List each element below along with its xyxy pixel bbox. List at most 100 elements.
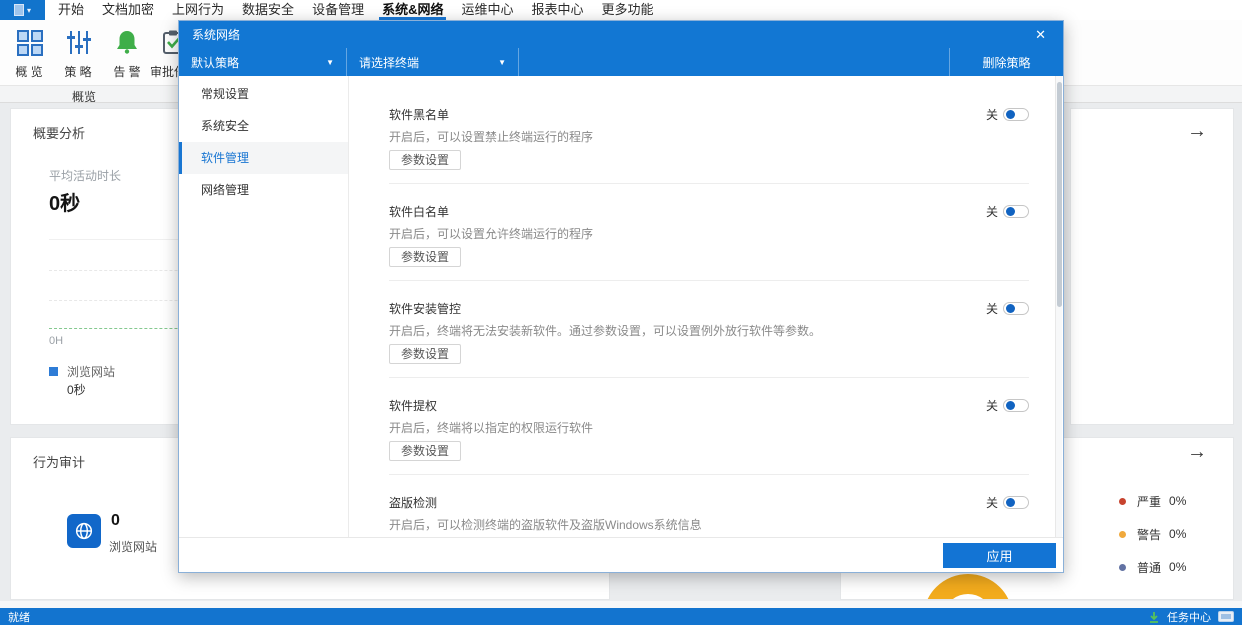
alert-row-warning: 警告 0% bbox=[1119, 527, 1186, 541]
legend-label: 浏览网站 bbox=[67, 363, 115, 380]
avg-duration-value: 0秒 bbox=[49, 187, 80, 216]
alert-value: 0% bbox=[1169, 527, 1186, 541]
menu-item-data-security[interactable]: 数据安全 bbox=[233, 0, 303, 20]
chart-axis-label: 0H bbox=[49, 335, 63, 347]
alert-row-normal: 普通 0% bbox=[1119, 560, 1186, 574]
setting-row-whitelist: 软件白名单 关 开启后，可以设置允许终端运行的程序 参数设置 bbox=[389, 184, 1029, 281]
setting-row-piracy-detect: 盗版检测 关 开启后，可以检测终端的盗版软件及盗版Windows系统信息 bbox=[389, 475, 1029, 539]
setting-row-install-control: 软件安装管控 关 开启后，终端将无法安装新软件。通过参数设置，可以设置例外放行软… bbox=[389, 281, 1029, 378]
delete-policy-button[interactable]: 删除策略 bbox=[949, 48, 1063, 76]
toggle-state-label: 关 bbox=[986, 106, 998, 123]
sliders-icon bbox=[55, 26, 101, 58]
dialog-title-bar: 系统网络 ✕ bbox=[179, 21, 1063, 48]
sidebar-item-general[interactable]: 常规设置 bbox=[179, 78, 348, 110]
critical-dot-icon bbox=[1119, 498, 1126, 505]
settings-list: 软件黑名单 关 开启后，可以设置禁止终端运行的程序 参数设置 软件白名单 关 bbox=[349, 76, 1063, 539]
scrollbar-thumb[interactable] bbox=[1057, 82, 1062, 307]
tool-alert-label: 告 警 bbox=[104, 63, 150, 80]
download-icon[interactable] bbox=[1148, 611, 1160, 623]
setting-desc: 开启后，可以设置禁止终端运行的程序 bbox=[389, 129, 1029, 145]
status-bar: 就绪 任务中心 bbox=[0, 608, 1242, 625]
dialog-footer: 应用 bbox=[179, 537, 1063, 572]
toggle-switch[interactable] bbox=[1003, 496, 1029, 509]
toggle-switch[interactable] bbox=[1003, 399, 1029, 412]
avg-duration-label: 平均活动时长 bbox=[49, 167, 121, 184]
sidebar-item-network-mgmt[interactable]: 网络管理 bbox=[179, 174, 348, 206]
arrow-right-icon[interactable]: → bbox=[1187, 121, 1207, 141]
toggle-knob bbox=[1006, 304, 1015, 313]
legend-value: 0秒 bbox=[67, 381, 86, 398]
legend-swatch bbox=[49, 367, 58, 376]
setting-row-privilege: 软件提权 关 开启后，终端将以指定的权限运行软件 参数设置 bbox=[389, 378, 1029, 475]
menu-item-web-behavior[interactable]: 上网行为 bbox=[163, 0, 233, 20]
terminal-select-value: 请选择终端 bbox=[359, 54, 419, 71]
bottom-strip bbox=[0, 601, 1242, 608]
globe-icon bbox=[67, 514, 101, 548]
setting-desc: 开启后，可以设置允许终端运行的程序 bbox=[389, 226, 1029, 242]
setting-title: 盗版检测 bbox=[389, 494, 437, 511]
dialog-sidebar: 常规设置 系统安全 软件管理 网络管理 bbox=[179, 76, 349, 539]
grid-icon bbox=[6, 26, 52, 58]
toggle-knob bbox=[1006, 401, 1015, 410]
audit-label: 浏览网站 bbox=[109, 538, 157, 555]
tool-overview-label: 概 览 bbox=[6, 63, 52, 80]
alerts-donut-chart bbox=[923, 574, 1013, 600]
app-menu-button[interactable]: ▾ bbox=[0, 0, 45, 20]
toggle-state-label: 关 bbox=[986, 203, 998, 220]
toggle-state-label: 关 bbox=[986, 397, 998, 414]
alert-name: 普通 bbox=[1137, 559, 1161, 576]
toggle-switch[interactable] bbox=[1003, 205, 1029, 218]
setting-title: 软件提权 bbox=[389, 397, 437, 414]
setting-desc: 开启后，终端将以指定的权限运行软件 bbox=[389, 420, 1029, 436]
chart-legend: 浏览网站 bbox=[49, 363, 115, 380]
toggle-knob bbox=[1006, 498, 1015, 507]
normal-dot-icon bbox=[1119, 564, 1126, 571]
sidebar-item-software-mgmt[interactable]: 软件管理 bbox=[179, 142, 348, 174]
setting-row-blacklist: 软件黑名单 关 开启后，可以设置禁止终端运行的程序 参数设置 bbox=[389, 106, 1029, 184]
menu-item-device-mgmt[interactable]: 设备管理 bbox=[303, 0, 373, 20]
menu-items: 开始 文档加密 上网行为 数据安全 设备管理 系统&网络 运维中心 报表中心 更… bbox=[49, 0, 663, 20]
toggle-state-label: 关 bbox=[986, 494, 998, 511]
setting-desc: 开启后，可以检测终端的盗版软件及盗版Windows系统信息 bbox=[389, 517, 1029, 533]
close-icon[interactable]: ✕ bbox=[1031, 27, 1050, 43]
setting-title: 软件黑名单 bbox=[389, 106, 449, 123]
apply-button[interactable]: 应用 bbox=[943, 543, 1056, 568]
tool-alert[interactable]: 告 警 bbox=[104, 26, 150, 80]
toggle-switch[interactable] bbox=[1003, 302, 1029, 315]
tool-policy-label: 策 略 bbox=[55, 63, 101, 80]
summary-panel-title: 概要分析 bbox=[33, 123, 85, 142]
policy-select[interactable]: 默认策略 ▼ bbox=[179, 48, 347, 76]
menu-item-system-network[interactable]: 系统&网络 bbox=[373, 0, 452, 20]
menu-item-ops-center[interactable]: 运维中心 bbox=[452, 0, 522, 20]
alert-value: 0% bbox=[1169, 560, 1186, 574]
setting-desc: 开启后，终端将无法安装新软件。通过参数设置，可以设置例外放行软件等参数。 bbox=[389, 323, 1029, 339]
alert-row-critical: 严重 0% bbox=[1119, 494, 1186, 508]
task-center-link[interactable]: 任务中心 bbox=[1167, 609, 1211, 625]
param-settings-button[interactable]: 参数设置 bbox=[389, 247, 461, 267]
param-settings-button[interactable]: 参数设置 bbox=[389, 150, 461, 170]
audit-panel-title: 行为审计 bbox=[33, 452, 85, 471]
monitor-icon[interactable] bbox=[1218, 611, 1234, 622]
param-settings-button[interactable]: 参数设置 bbox=[389, 344, 461, 364]
arrow-right-icon[interactable]: → bbox=[1187, 442, 1207, 462]
filter-spacer bbox=[519, 48, 949, 76]
tab-overview[interactable]: 概览 bbox=[72, 88, 96, 105]
tool-overview[interactable]: 概 览 bbox=[6, 26, 52, 80]
terminal-select[interactable]: 请选择终端 ▼ bbox=[347, 48, 519, 76]
toggle-knob bbox=[1006, 207, 1015, 216]
menu-item-more[interactable]: 更多功能 bbox=[593, 0, 663, 20]
menu-bar: ▾ 开始 文档加密 上网行为 数据安全 设备管理 系统&网络 运维中心 报表中心… bbox=[0, 0, 1242, 20]
param-settings-button[interactable]: 参数设置 bbox=[389, 441, 461, 461]
caret-down-icon: ▼ bbox=[498, 58, 506, 67]
menu-item-doc-encrypt[interactable]: 文档加密 bbox=[93, 0, 163, 20]
toggle-switch[interactable] bbox=[1003, 108, 1029, 121]
audit-count: 0 bbox=[111, 512, 120, 530]
sidebar-item-system-security[interactable]: 系统安全 bbox=[179, 110, 348, 142]
tool-policy[interactable]: 策 略 bbox=[55, 26, 101, 80]
system-network-dialog: 系统网络 ✕ 默认策略 ▼ 请选择终端 ▼ 删除策略 常规设置 系统安全 软件管… bbox=[178, 20, 1064, 573]
caret-down-icon: ▼ bbox=[326, 58, 334, 67]
top-right-panel: → bbox=[1070, 108, 1234, 425]
dialog-scrollbar[interactable] bbox=[1055, 76, 1062, 539]
menu-item-start[interactable]: 开始 bbox=[49, 0, 93, 20]
menu-item-report-center[interactable]: 报表中心 bbox=[522, 0, 592, 20]
